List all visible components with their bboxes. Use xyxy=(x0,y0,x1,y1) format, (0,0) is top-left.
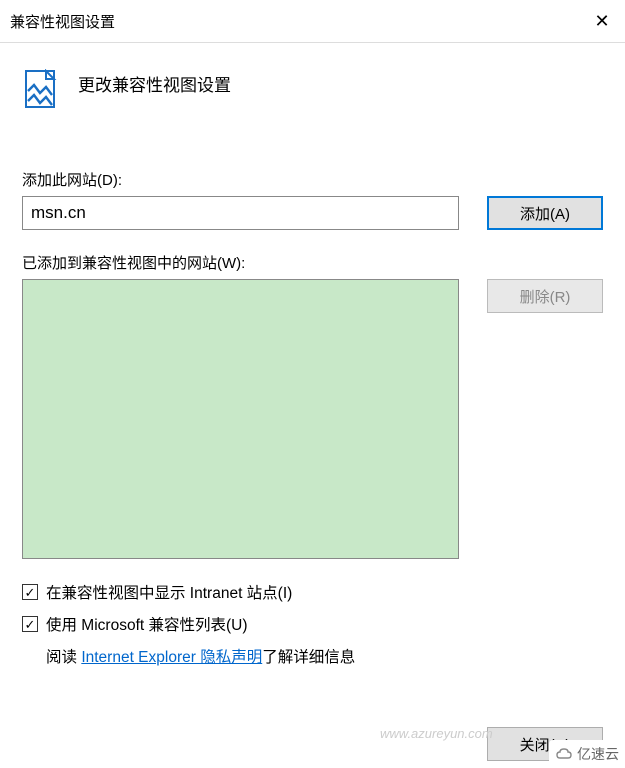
remove-button: 删除(R) xyxy=(487,279,603,313)
header-text: 更改兼容性视图设置 xyxy=(78,69,231,96)
window-title: 兼容性视图设置 xyxy=(10,11,115,32)
intranet-checkbox-label: 在兼容性视图中显示 Intranet 站点(I) xyxy=(46,581,292,603)
mslist-checkbox[interactable]: ✓ xyxy=(22,616,38,632)
add-website-label: 添加此网站(D): xyxy=(22,169,603,190)
added-websites-listbox[interactable] xyxy=(22,279,459,559)
dialog-content: 更改兼容性视图设置 添加此网站(D): 添加(A) 已添加到兼容性视图中的网站(… xyxy=(0,43,625,679)
options-section: ✓ 在兼容性视图中显示 Intranet 站点(I) ✓ 使用 Microsof… xyxy=(22,581,603,667)
added-websites-label: 已添加到兼容性视图中的网站(W): xyxy=(22,252,603,273)
read-prefix: 阅读 xyxy=(46,649,81,666)
titlebar: 兼容性视图设置 ✕ xyxy=(0,0,625,43)
header-section: 更改兼容性视图设置 xyxy=(22,69,603,109)
privacy-link[interactable]: Internet Explorer 隐私声明 xyxy=(81,649,262,666)
privacy-statement-row: 阅读 Internet Explorer 隐私声明了解详细信息 xyxy=(22,645,603,667)
cloud-icon xyxy=(555,747,573,761)
mslist-checkbox-label: 使用 Microsoft 兼容性列表(U) xyxy=(46,613,248,635)
close-icon[interactable]: ✕ xyxy=(579,6,625,36)
intranet-checkbox[interactable]: ✓ xyxy=(22,584,38,600)
add-button[interactable]: 添加(A) xyxy=(487,196,603,230)
brand-badge: 亿速云 xyxy=(549,740,625,768)
read-suffix: 了解详细信息 xyxy=(262,649,355,666)
dialog-footer: 关闭(C) xyxy=(0,727,625,761)
add-website-input[interactable] xyxy=(22,196,459,230)
compat-view-icon xyxy=(22,69,58,109)
